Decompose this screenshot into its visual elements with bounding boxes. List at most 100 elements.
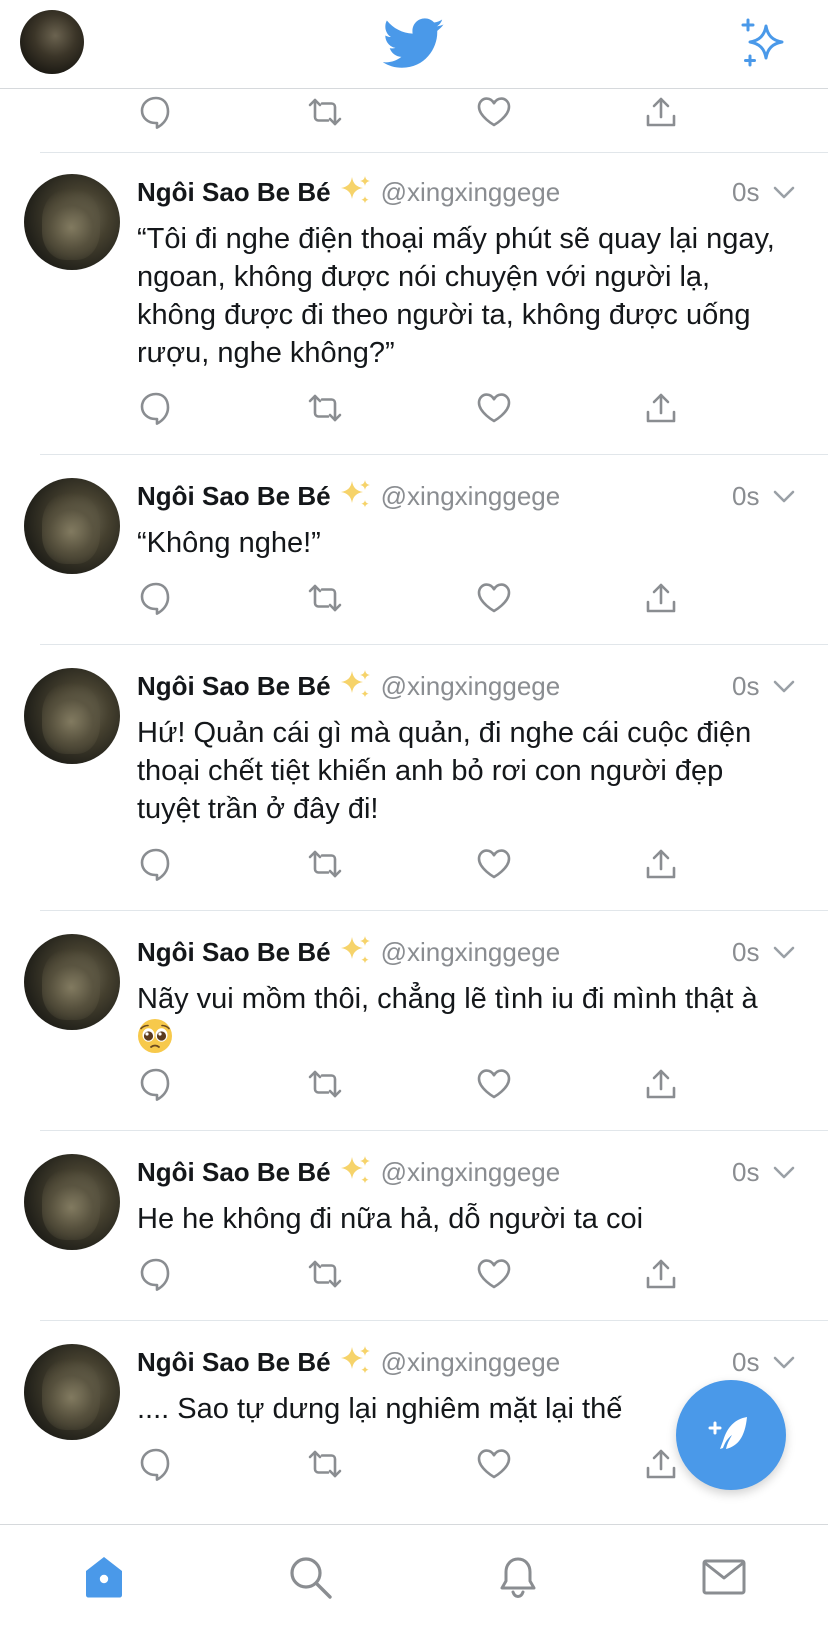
share-icon[interactable] <box>641 844 681 884</box>
avatar[interactable] <box>24 668 120 764</box>
notifications-icon[interactable] <box>494 1553 542 1601</box>
sparkles-emoji-icon <box>339 934 373 968</box>
retweet-icon[interactable] <box>305 1444 345 1484</box>
bottom-nav <box>0 1524 828 1629</box>
reply-icon[interactable] <box>136 1064 176 1104</box>
tweet-actions <box>0 1060 828 1108</box>
sparkles-emoji-icon <box>339 1154 373 1188</box>
divider <box>40 1130 828 1131</box>
share-icon[interactable] <box>641 388 681 428</box>
avatar[interactable] <box>24 1154 120 1250</box>
tweet-text: Nãy vui mồm thôi, chẳng lẽ tình iu đi mì… <box>137 980 787 1058</box>
twitter-bird-icon[interactable] <box>383 18 445 70</box>
like-icon[interactable] <box>474 388 514 428</box>
like-icon[interactable] <box>474 1254 514 1294</box>
pleading-face-emoji-icon <box>138 1019 172 1053</box>
compose-icon <box>708 1417 747 1449</box>
chevron-down-icon[interactable] <box>772 476 796 516</box>
like-icon[interactable] <box>474 1064 514 1104</box>
sparkles-emoji-icon <box>339 1344 373 1378</box>
retweet-icon[interactable] <box>305 578 345 618</box>
tweet-text: “Tôi đi nghe điện thoại mấy phút sẽ quay… <box>137 223 775 369</box>
like-icon[interactable] <box>474 1444 514 1484</box>
author-handle[interactable]: @xingxinggege <box>381 481 561 511</box>
avatar[interactable] <box>24 934 120 1030</box>
author-handle[interactable]: @xingxinggege <box>381 1347 561 1377</box>
avatar[interactable] <box>24 478 120 574</box>
timestamp: 0s <box>732 1347 760 1377</box>
retweet-icon[interactable] <box>305 92 345 132</box>
timestamp: 0s <box>732 671 760 701</box>
share-icon[interactable] <box>641 1064 681 1104</box>
tweet-text: “Không nghe!” <box>137 527 321 559</box>
author-handle[interactable]: @xingxinggege <box>381 177 561 207</box>
divider <box>40 1320 828 1321</box>
profile-avatar[interactable] <box>20 10 84 74</box>
author-handle[interactable]: @xingxinggege <box>381 937 561 967</box>
tweet-text-content: Nãy vui mồm thôi, chẳng lẽ tình iu đi mì… <box>137 983 758 1015</box>
sparkles-emoji-icon <box>339 478 373 512</box>
divider <box>40 644 828 645</box>
tweet-actions <box>0 574 828 622</box>
chevron-down-icon[interactable] <box>772 666 796 706</box>
tweet-actions <box>0 384 828 432</box>
author-name[interactable]: Ngôi Sao Be Bé <box>137 1157 331 1187</box>
chevron-down-icon[interactable] <box>772 932 796 972</box>
chevron-down-icon[interactable] <box>772 1342 796 1382</box>
tweet-text: He he không đi nữa hả, dỗ người ta coi <box>137 1203 644 1235</box>
tweet-actions <box>0 840 828 888</box>
author-handle[interactable]: @xingxinggege <box>381 671 561 701</box>
tweet-header: Ngôi Sao Be Bé @xingxinggege <box>137 932 807 972</box>
timestamp: 0s <box>732 177 760 207</box>
retweet-icon[interactable] <box>305 1254 345 1294</box>
tweet-header: Ngôi Sao Be Bé @xingxinggege <box>137 666 807 706</box>
tweet-actions <box>0 1250 828 1298</box>
sparkles-emoji-icon <box>339 668 373 702</box>
like-icon[interactable] <box>474 844 514 884</box>
reply-icon[interactable] <box>136 388 176 428</box>
divider <box>40 454 828 455</box>
share-icon[interactable] <box>641 92 681 132</box>
avatar[interactable] <box>24 1344 120 1440</box>
tweet-actions <box>0 88 828 136</box>
divider <box>40 152 828 153</box>
share-icon[interactable] <box>641 1254 681 1294</box>
search-icon[interactable] <box>286 1553 334 1601</box>
tweet-header: Ngôi Sao Be Bé @xingxinggege <box>137 1342 807 1382</box>
messages-icon[interactable] <box>700 1553 748 1601</box>
author-handle[interactable]: @xingxinggege <box>381 1157 561 1187</box>
timestamp: 0s <box>732 1157 760 1187</box>
divider <box>40 910 828 911</box>
top-bar <box>0 0 828 89</box>
retweet-icon[interactable] <box>305 388 345 428</box>
timestamp: 0s <box>732 481 760 511</box>
like-icon[interactable] <box>474 578 514 618</box>
share-icon[interactable] <box>641 578 681 618</box>
reply-icon[interactable] <box>136 844 176 884</box>
reply-icon[interactable] <box>136 92 176 132</box>
sparkles-emoji-icon <box>339 174 373 208</box>
author-name[interactable]: Ngôi Sao Be Bé <box>137 937 331 967</box>
reply-icon[interactable] <box>136 1254 176 1294</box>
avatar[interactable] <box>24 174 120 270</box>
retweet-icon[interactable] <box>305 844 345 884</box>
retweet-icon[interactable] <box>305 1064 345 1104</box>
reply-icon[interactable] <box>136 578 176 618</box>
author-name[interactable]: Ngôi Sao Be Bé <box>137 1347 331 1377</box>
reply-icon[interactable] <box>136 1444 176 1484</box>
author-name[interactable]: Ngôi Sao Be Bé <box>137 481 331 511</box>
sparkle-icon[interactable] <box>738 18 790 70</box>
share-icon[interactable] <box>641 1444 681 1484</box>
tweet-header: Ngôi Sao Be Bé @xingxinggege <box>137 172 807 212</box>
like-icon[interactable] <box>474 92 514 132</box>
timestamp: 0s <box>732 937 760 967</box>
author-name[interactable]: Ngôi Sao Be Bé <box>137 177 331 207</box>
author-name[interactable]: Ngôi Sao Be Bé <box>137 671 331 701</box>
chevron-down-icon[interactable] <box>772 1152 796 1192</box>
tweet-header: Ngôi Sao Be Bé @xingxinggege <box>137 1152 807 1192</box>
tweet-text: Hứ! Quản cái gì mà quản, đi nghe cái cuộ… <box>137 717 752 825</box>
home-icon[interactable] <box>80 1553 128 1601</box>
compose-button[interactable] <box>676 1380 786 1490</box>
tweet-header: Ngôi Sao Be Bé @xingxinggege <box>137 476 807 516</box>
chevron-down-icon[interactable] <box>772 172 796 212</box>
